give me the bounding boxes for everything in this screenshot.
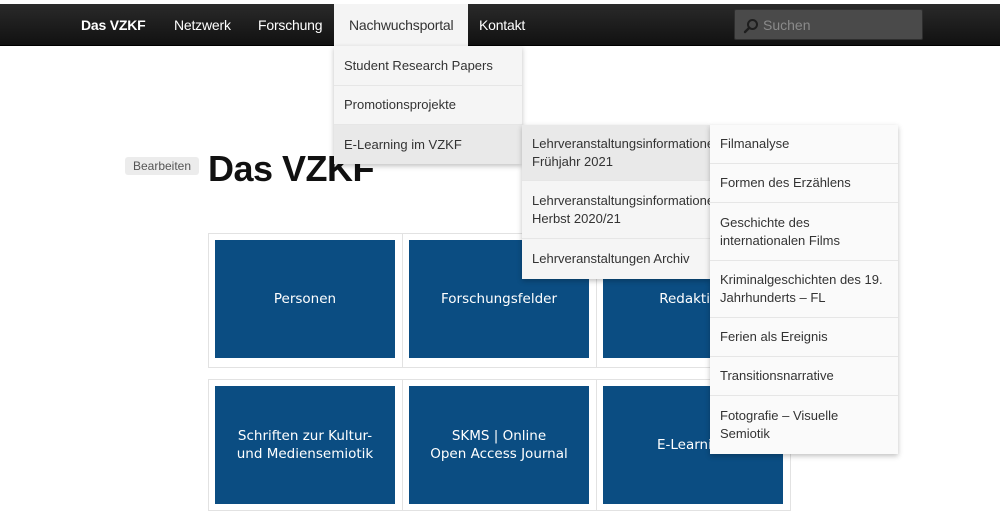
nav-item-nachwuchsportal[interactable]: Nachwuchsportal: [334, 4, 469, 46]
top-navbar: Das VZKF Netzwerk Forschung Nachwuchspor…: [0, 4, 1000, 46]
search-box[interactable]: [734, 9, 923, 40]
e-learning-submenu: Lehrveranstaltungsinformationen Frühjahr…: [522, 125, 710, 279]
menu-item-transitionsnarrative[interactable]: Transitionsnarrative: [710, 357, 898, 396]
fruehjahr-submenu: Filmanalyse Formen des Erzählens Geschic…: [710, 125, 898, 454]
menu-item-e-learning[interactable]: E-Learning im VZKF: [334, 125, 522, 164]
tile-skms-journal[interactable]: SKMS | Online Open Access Journal: [409, 386, 589, 504]
menu-item-herbst-2020[interactable]: Lehrveranstaltungsinformationen Herbst 2…: [522, 181, 710, 239]
nav-item-forschung[interactable]: Forschung: [258, 4, 323, 46]
menu-item-ferien-als-ereignis[interactable]: Ferien als Ereignis: [710, 318, 898, 357]
search-input[interactable]: [763, 10, 918, 39]
nav-item-kontakt[interactable]: Kontakt: [479, 4, 525, 46]
menu-item-kriminalgeschichten[interactable]: Kriminalgeschichten des 19. Jahrhunderts…: [710, 261, 898, 318]
menu-item-student-research-papers[interactable]: Student Research Papers: [334, 46, 522, 86]
menu-item-archiv[interactable]: Lehrveranstaltungen Archiv: [522, 239, 710, 279]
menu-item-geschichte-films[interactable]: Geschichte des internationalen Films: [710, 203, 898, 261]
nav-item-netzwerk[interactable]: Netzwerk: [174, 4, 231, 46]
menu-item-promotionsprojekte[interactable]: Promotionsprojekte: [334, 86, 522, 125]
tile-personen[interactable]: Personen: [215, 240, 395, 358]
menu-item-formen-des-erzaehlens[interactable]: Formen des Erzählens: [710, 164, 898, 203]
nav-brand-link[interactable]: Das VZKF: [81, 4, 146, 46]
menu-item-fruehjahr-2021[interactable]: Lehrveranstaltungsinformationen Frühjahr…: [522, 125, 710, 181]
tile-schriften[interactable]: Schriften zur Kultur- und Mediensemiotik: [215, 386, 395, 504]
nachwuchsportal-dropdown: Student Research Papers Promotionsprojek…: [334, 46, 522, 164]
menu-item-filmanalyse[interactable]: Filmanalyse: [710, 125, 898, 164]
edit-button[interactable]: Bearbeiten: [125, 157, 199, 175]
menu-item-fotografie-semiotik[interactable]: Fotografie – Visuelle Semiotik: [710, 396, 898, 454]
search-icon: [743, 19, 758, 34]
